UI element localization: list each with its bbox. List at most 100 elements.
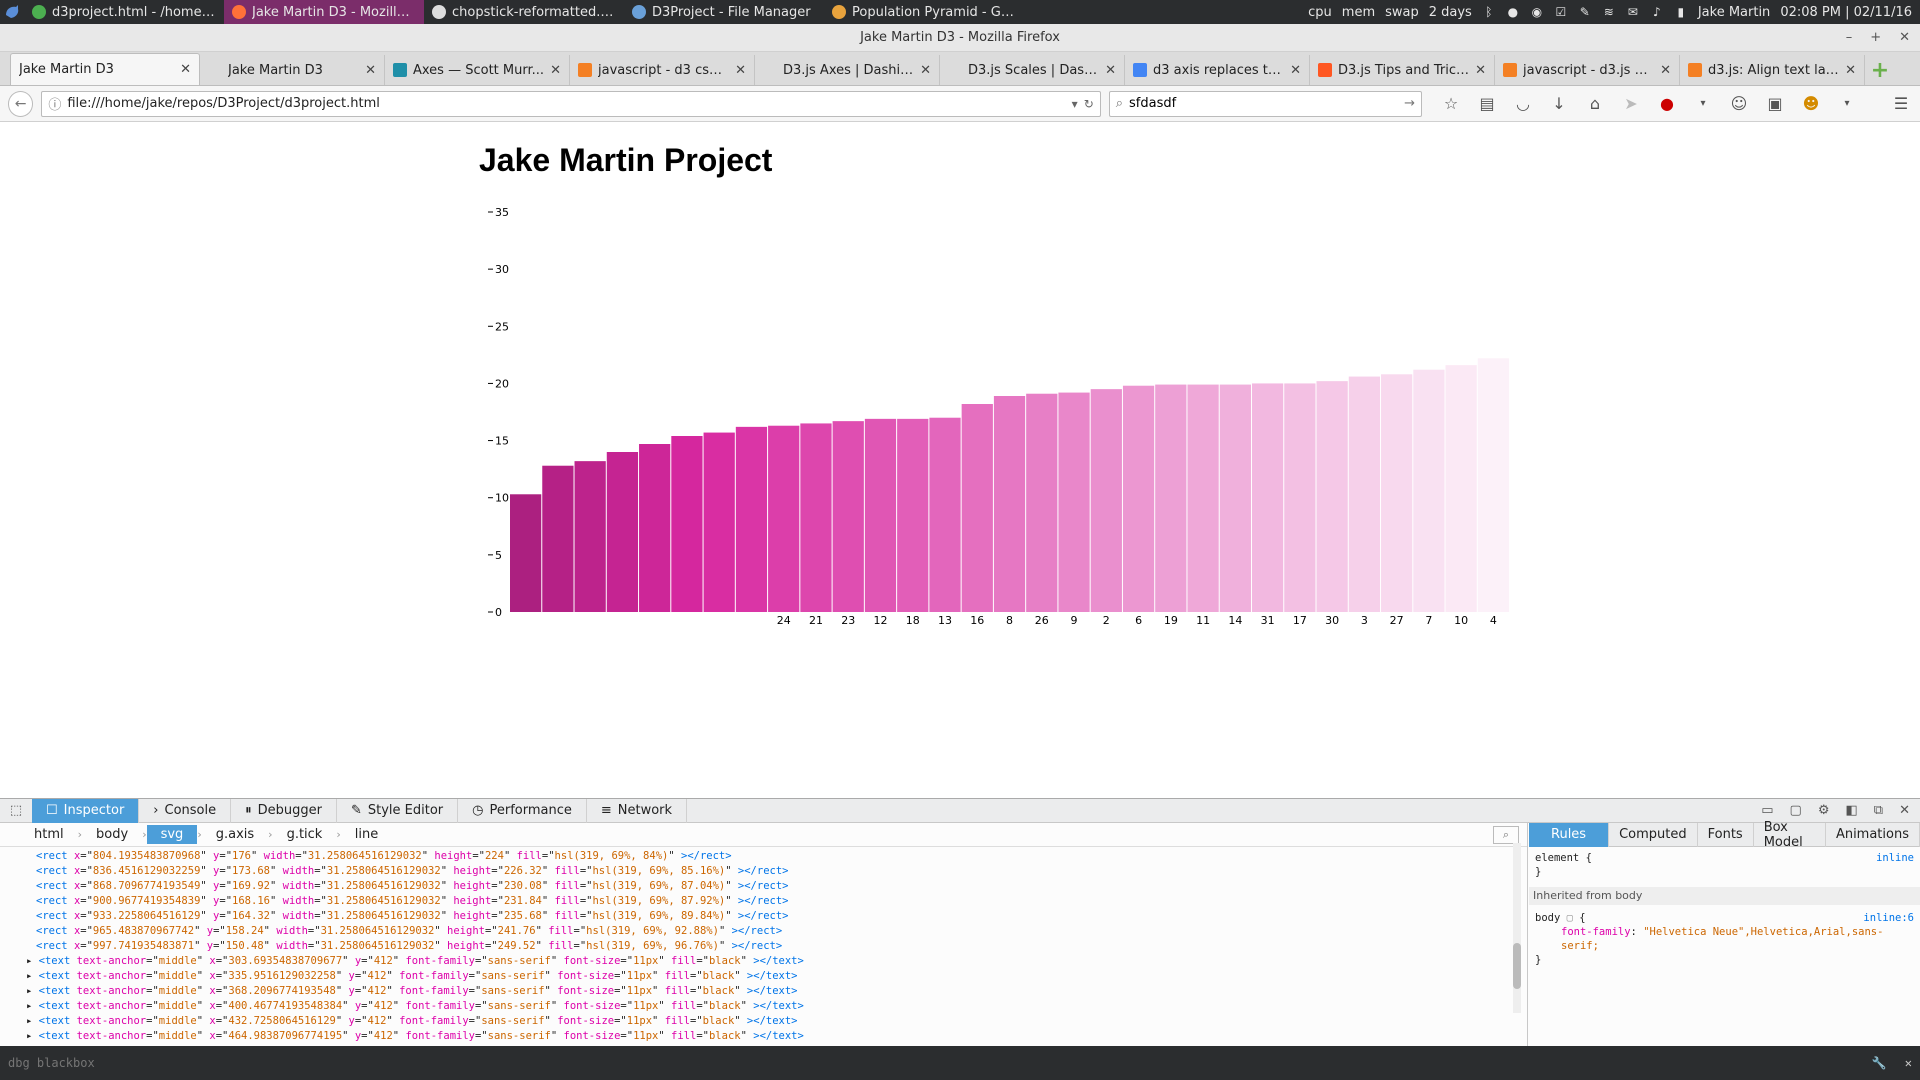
breadcrumb-item[interactable]: body (82, 825, 142, 844)
reading-list-icon[interactable]: ▤ (1476, 93, 1498, 115)
markup-text-node[interactable]: ▸ <text text-anchor="middle" x="368.2096… (26, 984, 1527, 999)
scrollbar-thumb[interactable] (1513, 943, 1521, 989)
browser-tab[interactable]: Axes — Scott Murr... ✕ (385, 55, 570, 85)
pocket-icon[interactable]: ◡ (1512, 93, 1534, 115)
taskbar-item[interactable]: Population Pyramid - Goo... (824, 0, 1024, 24)
body-rule-source[interactable]: inline:6 (1863, 911, 1914, 925)
sidebar-tab-animations[interactable]: Animations (1826, 822, 1920, 847)
browser-tab[interactable]: D3.js Tips and Trick... ✕ (1310, 55, 1495, 85)
font-family-declaration[interactable]: font-family: "Helvetica Neue",Helvetica,… (1535, 925, 1914, 953)
minimize-icon[interactable]: – (1846, 30, 1853, 45)
sidebar-tab-computed[interactable]: Computed (1609, 822, 1698, 847)
rule-toggle-icon[interactable]: ▢ (1567, 912, 1573, 924)
user-name[interactable]: Jake Martin (1698, 5, 1770, 20)
taskbar-item[interactable]: d3project.html - /home/ja... (24, 0, 224, 24)
breadcrumb-item[interactable]: g.axis (202, 825, 268, 844)
markup-rect-node[interactable]: <rect x="804.1935483870968" y="176" widt… (36, 849, 1527, 864)
devtools-tab-style-editor[interactable]: ✎ Style Editor (337, 798, 459, 823)
download-icon[interactable]: ↓ (1548, 93, 1570, 115)
markup-text-node[interactable]: ▸ <text text-anchor="middle" x="464.9838… (26, 1029, 1527, 1044)
devtools-tab-inspector[interactable]: ☐ Inspector (32, 798, 140, 823)
sidebar-tab-box-model[interactable]: Box Model (1754, 820, 1826, 850)
url-text[interactable]: file:///home/jake/repos/D3Project/d3proj… (67, 96, 1065, 111)
url-dropdown-icon[interactable]: ▾ (1072, 97, 1078, 111)
body-rule-selector[interactable]: body (1535, 912, 1560, 924)
mem-monitor[interactable]: mem (1342, 5, 1375, 20)
tab-close-icon[interactable]: ✕ (1660, 63, 1671, 78)
extension-icon[interactable]: ▣ (1764, 93, 1786, 115)
devtools-tab-performance[interactable]: ◷ Performance (458, 798, 587, 823)
chat-icon[interactable]: ☺ (1728, 93, 1750, 115)
close-cmdbar-icon[interactable]: ✕ (1905, 1056, 1912, 1070)
devtools-tab-network[interactable]: ≡ Network (587, 798, 688, 823)
markup-rect-node[interactable]: <rect x="965.483870967742" y="158.24" wi… (36, 924, 1527, 939)
browser-tab[interactable]: javascript - d3.js Sp... ✕ (1495, 55, 1680, 85)
markup-scrollbar[interactable] (1513, 843, 1521, 1013)
browser-tab[interactable]: d3 axis replaces tex... ✕ (1125, 55, 1310, 85)
taskbar-item[interactable]: chopstick-reformatted.csv ... (424, 0, 624, 24)
taskbar-item[interactable]: Jake Martin D3 - Mozilla Fir... (224, 0, 424, 24)
clock[interactable]: 02:08 PM | 02/11/16 (1780, 5, 1912, 20)
send-icon[interactable]: ➤ (1620, 93, 1642, 115)
element-rule-selector[interactable]: element { (1535, 851, 1592, 865)
markup-text-node[interactable]: ▸ <text text-anchor="middle" x="303.6935… (26, 954, 1527, 969)
markup-rect-node[interactable]: <rect x="997.741935483871" y="150.48" wi… (36, 939, 1527, 954)
greasemonkey-icon[interactable]: ☻ (1800, 93, 1822, 115)
responsive-icon[interactable]: ▢ (1790, 803, 1802, 818)
element-picker-icon[interactable]: ⬚ (0, 803, 32, 818)
tab-close-icon[interactable]: ✕ (1290, 63, 1301, 78)
gcli-input[interactable] (8, 1056, 1872, 1070)
tab-close-icon[interactable]: ✕ (1845, 63, 1856, 78)
tab-close-icon[interactable]: ✕ (735, 63, 746, 78)
settings-gear-icon[interactable]: ⚙ (1818, 803, 1830, 818)
tab-close-icon[interactable]: ✕ (365, 63, 376, 78)
search-input[interactable] (1129, 96, 1399, 111)
notification-icon[interactable]: ● (1506, 5, 1520, 19)
swap-monitor[interactable]: swap (1385, 5, 1419, 20)
tab-close-icon[interactable]: ✕ (550, 63, 561, 78)
tab-close-icon[interactable]: ✕ (1105, 63, 1116, 78)
browser-tab[interactable]: D3.js Axes | DashingD3... ✕ (755, 55, 940, 85)
url-bar[interactable]: ⓘ file:///home/jake/repos/D3Project/d3pr… (41, 90, 1101, 117)
tab-close-icon[interactable]: ✕ (1475, 63, 1486, 78)
greasemonkey-dropdown-icon[interactable]: ▾ (1836, 93, 1858, 115)
browser-tab[interactable]: Jake Martin D3 ✕ (200, 55, 385, 85)
markup-rect-node[interactable]: <rect x="933.2258064516129" y="164.32" w… (36, 909, 1527, 924)
page-info-icon[interactable]: ⓘ (48, 94, 61, 113)
bookmark-star-icon[interactable]: ☆ (1440, 93, 1462, 115)
markup-rect-node[interactable]: <rect x="836.4516129032259" y="173.68" w… (36, 864, 1527, 879)
search-go-icon[interactable]: → (1404, 96, 1415, 111)
dock-side-icon[interactable]: ◧ (1846, 803, 1858, 818)
breadcrumb-item[interactable]: line (341, 825, 392, 844)
close-devtools-icon[interactable]: ✕ (1899, 803, 1910, 818)
sidebar-tab-rules[interactable]: Rules (1529, 822, 1610, 847)
sidebar-tab-fonts[interactable]: Fonts (1698, 822, 1754, 847)
adblock-dropdown-icon[interactable]: ▾ (1692, 93, 1714, 115)
breadcrumb-item[interactable]: html (20, 825, 78, 844)
taskbar-item[interactable]: D3Project - File Manager (624, 0, 824, 24)
markup-text-node[interactable]: ▸ <text text-anchor="middle" x="432.7258… (26, 1014, 1527, 1029)
markup-tree[interactable]: <rect x="804.1935483870968" y="176" widt… (0, 847, 1527, 1047)
markup-rect-node[interactable]: <rect x="900.9677419354839" y="168.16" w… (36, 894, 1527, 909)
new-tab-button[interactable]: + (1865, 55, 1895, 85)
toolbox-wrench-icon[interactable]: 🔧 (1872, 1056, 1887, 1070)
tab-close-icon[interactable]: ✕ (180, 62, 191, 77)
mail-icon[interactable]: ✉ (1626, 5, 1640, 19)
markup-search-icon[interactable]: ⌕ (1493, 825, 1519, 844)
battery-icon[interactable]: ▮ (1674, 5, 1688, 19)
close-window-icon[interactable]: ✕ (1899, 30, 1910, 45)
volume-icon[interactable]: ♪ (1650, 5, 1664, 19)
markup-text-node[interactable]: ▸ <text text-anchor="middle" x="335.9516… (26, 969, 1527, 984)
wifi-icon[interactable]: ≋ (1602, 5, 1616, 19)
back-button[interactable]: ← (8, 90, 34, 117)
browser-tab[interactable]: Jake Martin D3 ✕ (10, 53, 200, 85)
split-console-icon[interactable]: ▭ (1761, 803, 1773, 818)
breadcrumb-item[interactable]: svg (146, 825, 198, 844)
markup-text-node[interactable]: ▸ <text text-anchor="middle" x="400.4677… (26, 999, 1527, 1014)
markup-rect-node[interactable]: <rect x="868.7096774193549" y="169.92" w… (36, 879, 1527, 894)
browser-tab[interactable]: javascript - d3 csv d... ✕ (570, 55, 755, 85)
breadcrumb-item[interactable]: g.tick (273, 825, 337, 844)
adblock-icon[interactable]: ● (1656, 93, 1678, 115)
cpu-monitor[interactable]: cpu (1308, 5, 1332, 20)
editor-icon[interactable]: ✎ (1578, 5, 1592, 19)
